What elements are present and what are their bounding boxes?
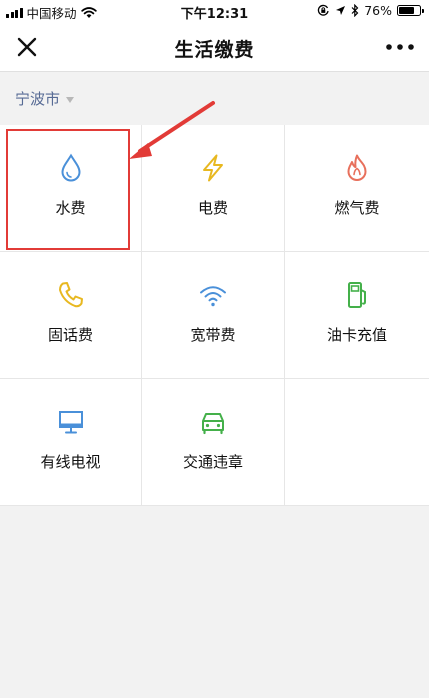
more-icon[interactable] xyxy=(385,36,415,58)
status-right: 76% xyxy=(317,3,424,18)
city-name: 宁波市 xyxy=(15,90,61,108)
service-label: 电费 xyxy=(197,199,228,217)
service-label: 燃气费 xyxy=(334,199,380,217)
service-landline[interactable]: 固话费 xyxy=(0,252,141,378)
service-empty xyxy=(285,379,429,505)
city-selector[interactable]: 宁波市 xyxy=(15,88,75,109)
pointer-arrow-icon xyxy=(129,101,215,159)
service-broadband[interactable]: 宽带费 xyxy=(142,252,284,378)
orientation-lock-icon xyxy=(318,4,329,16)
page-title: 生活缴费 xyxy=(174,39,255,61)
service-label: 油卡充值 xyxy=(326,326,387,344)
caret-down-icon xyxy=(66,96,75,103)
status-bar: 中国移动 下午12:31 76% xyxy=(0,0,429,22)
bluetooth-icon xyxy=(351,4,359,17)
battery-fill xyxy=(399,7,415,14)
service-label: 交通违章 xyxy=(182,453,243,471)
service-traffic-violation[interactable]: 交通违章 xyxy=(142,379,284,505)
service-cable-tv[interactable]: 有线电视 xyxy=(0,379,141,505)
service-gas[interactable]: 燃气费 xyxy=(285,125,429,251)
highlight-box xyxy=(6,129,130,250)
location-icon xyxy=(336,6,346,15)
wifi-icon xyxy=(200,286,226,307)
tv-icon xyxy=(58,411,83,434)
fuel-pump-icon xyxy=(348,282,366,308)
flame-icon xyxy=(347,154,367,181)
battery-icon xyxy=(397,5,424,16)
phone-icon xyxy=(58,282,83,308)
service-label: 宽带费 xyxy=(190,326,236,344)
car-icon xyxy=(202,413,224,435)
service-label: 有线电视 xyxy=(40,453,101,471)
service-fuel-card[interactable]: 油卡充值 xyxy=(285,252,429,378)
nav-bar: 生活缴费 xyxy=(0,22,429,72)
battery-percent: 76% xyxy=(364,3,392,18)
service-label: 固话费 xyxy=(47,326,93,344)
